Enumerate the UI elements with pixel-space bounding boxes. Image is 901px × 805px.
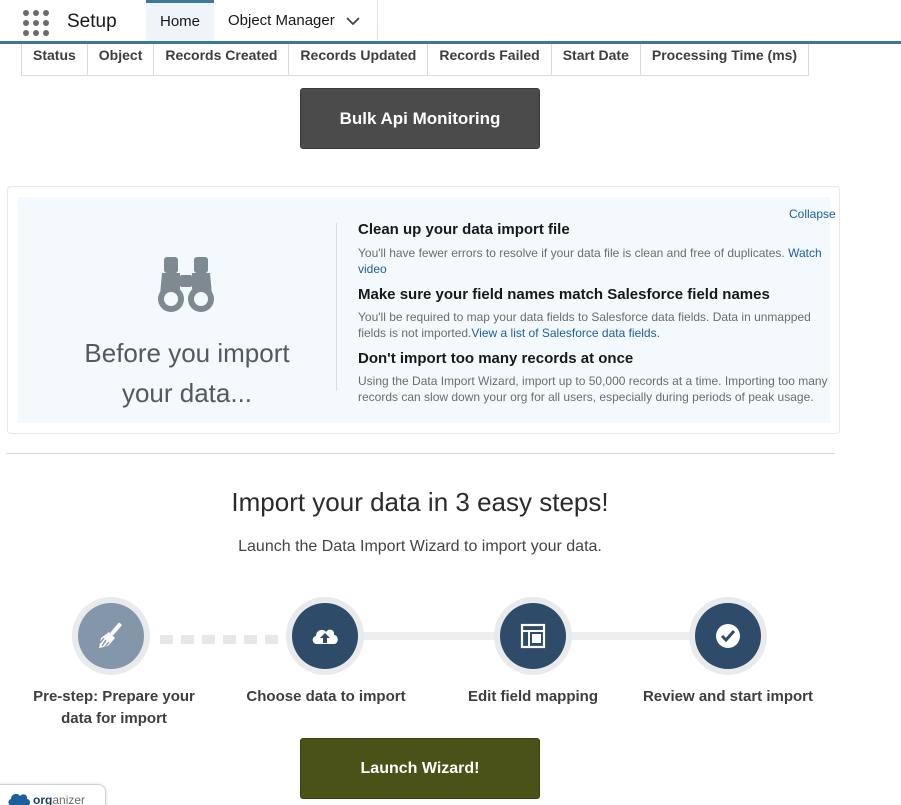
organizer-widget[interactable]: organizer	[0, 784, 106, 805]
binoculars-icon	[158, 257, 214, 312]
results-table-header: Status Object Records Created Records Up…	[21, 44, 810, 76]
check-icon	[716, 624, 740, 648]
launch-wizard-button[interactable]: Launch Wizard!	[300, 738, 540, 799]
step-label-choose: Choose data to import	[246, 688, 406, 705]
broom-icon	[99, 622, 122, 648]
app-launcher-icon[interactable]	[23, 10, 49, 36]
column-processing-time[interactable]: Processing Time (ms)	[641, 44, 808, 75]
panel-divider	[336, 223, 337, 391]
cloud-upload-icon	[312, 629, 338, 644]
tip-title-clean-up: Clean up your data import file	[358, 221, 570, 238]
column-object[interactable]: Object	[88, 44, 155, 75]
salesforce-fields-link[interactable]: View a list of Salesforce data fields.	[471, 326, 660, 340]
collapse-link[interactable]: Collapse	[789, 207, 836, 221]
cloud-logo-icon	[8, 793, 30, 805]
tip-text-record-limit: Using the Data Import Wizard, import up …	[358, 374, 828, 404]
section-divider	[6, 453, 835, 454]
step-review-circle	[689, 597, 767, 675]
import-subheading: Launch the Data Import Wizard to import …	[238, 538, 602, 555]
step-prepare-circle	[72, 597, 150, 675]
chevron-down-icon[interactable]	[346, 14, 360, 28]
column-status[interactable]: Status	[22, 44, 88, 75]
step-label-review: Review and start import	[642, 688, 814, 705]
tip-title-record-limit: Don't import too many records at once	[358, 350, 634, 367]
tip-text-field-names: You'll be required to map your data fiel…	[358, 309, 828, 341]
tip-text-clean-up-body: You'll have fewer errors to resolve if y…	[358, 246, 789, 260]
column-records-failed[interactable]: Records Failed	[428, 44, 552, 75]
before-import-card: Before you import your data... Collapse …	[7, 186, 840, 434]
layout-icon	[520, 623, 546, 649]
tab-object-manager[interactable]: Object Manager	[214, 0, 378, 41]
global-header: Setup Home Object Manager	[0, 0, 901, 44]
tab-home[interactable]: Home	[146, 0, 214, 41]
step-track-line	[360, 632, 500, 640]
tab-object-manager-label: Object Manager	[228, 12, 335, 29]
step-label-mapping: Edit field mapping	[468, 688, 598, 705]
tip-text-clean-up: You'll have fewer errors to resolve if y…	[358, 245, 828, 277]
step-mapping-circle	[494, 597, 572, 675]
before-import-panel: Before you import your data... Collapse …	[18, 197, 836, 423]
organizer-brand-rest: anizer	[52, 793, 86, 805]
step-label-prepare: Pre-step: Prepare your data for import	[33, 688, 195, 727]
app-title: Setup	[67, 11, 117, 32]
tip-title-field-names: Make sure your field names match Salesfo…	[358, 286, 770, 303]
step-track-line	[566, 632, 696, 640]
column-records-created[interactable]: Records Created	[154, 44, 290, 75]
import-heading: Import your data in 3 easy steps!	[231, 487, 609, 517]
step-choose-circle	[286, 597, 364, 675]
bulk-api-monitoring-button[interactable]: Bulk Api Monitoring	[300, 88, 540, 149]
organizer-brand: organizer	[33, 793, 85, 805]
step-track-dotted	[160, 631, 290, 644]
column-start-date[interactable]: Start Date	[552, 44, 641, 75]
organizer-brand-bold: org	[33, 793, 53, 805]
before-import-heading: Before you import your data...	[84, 338, 290, 408]
column-records-updated[interactable]: Records Updated	[289, 44, 429, 75]
